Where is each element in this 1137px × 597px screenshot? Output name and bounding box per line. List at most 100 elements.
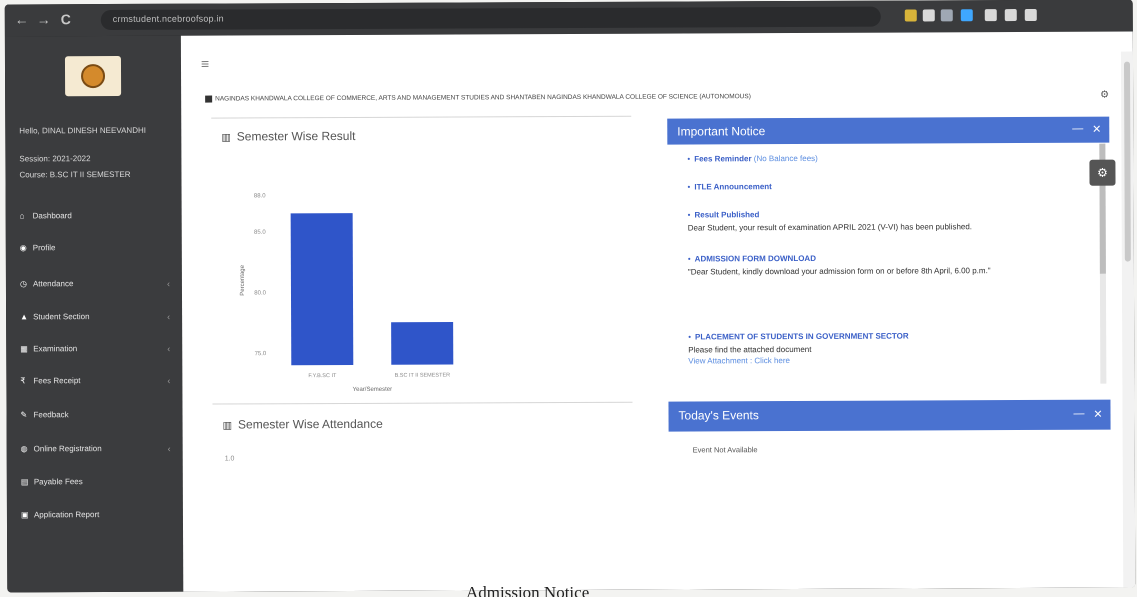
browser-extension-icon[interactable] [922,9,935,22]
sidebar-item-feedback[interactable]: ✎ Feedback [20,410,176,431]
exam-icon: ▦ [20,344,28,354]
result-panel-title: ▥ Semester Wise Result [221,129,355,144]
back-arrow-icon[interactable]: ← [15,11,29,27]
sidebar-item-student-section[interactable]: ▲ Student Section ‹ [20,312,176,333]
feedback-icon: ✎ [20,410,28,420]
sidebar-item-label: Payable Fees [33,477,83,487]
college-flag-icon [205,95,213,103]
chevron-left-icon: ‹ [166,278,170,289]
main-content: ≡ NAGINDAS KHANDWALA COLLEGE OF COMMERCE… [180,31,1136,592]
sidebar-item-attendance[interactable]: ◷ Attendance ‹ [20,279,176,300]
attendance-panel-title: ▥ Semester Wise Attendance [223,417,383,432]
sidebar-item-label: Examination [33,344,78,354]
profile-icon: ◉ [19,243,27,253]
address-bar[interactable]: crmstudent.ncebroofsop.in [100,6,881,31]
browser-extension-icon[interactable] [984,9,997,22]
attendance-panel-title-text: Semester Wise Attendance [237,416,383,432]
chevron-left-icon: ‹ [167,311,171,322]
todays-events-title: Today's Events [678,408,759,423]
attachment-link[interactable]: View Attachment : Click here [688,354,1078,367]
bullet-icon: • [687,154,691,164]
important-notice-title: Important Notice [677,124,766,139]
clock-icon: ◷ [19,279,27,289]
browser-extension-icon[interactable] [960,9,973,22]
browser-extension-icon[interactable] [940,9,953,22]
rupee-icon: ₹ [20,376,26,386]
sidebar-item-label: Online Registration [33,444,102,454]
x-tick-label: B.SC IT II SEMESTER [395,373,451,379]
reload-icon[interactable]: C [61,11,71,27]
laptop-screen: ← → C crmstudent.ncebroofsop.in Hello, D… [4,0,1136,593]
home-icon: ⌂ [19,211,25,221]
minimize-icon[interactable]: — [1073,408,1084,420]
forward-arrow-icon[interactable]: → [37,11,51,27]
sidebar-item-online-registration[interactable]: ◍ Online Registration ‹ [21,444,177,465]
sidebar-item-label: Profile [32,243,56,253]
notice-item: • Fees Reminder (No Balance fees) [687,152,1077,165]
sidebar-item-label: Attendance [32,279,74,289]
semester-result-chart: 75.0 80.0 85.0 88.0 Percentage F.Y.B.SC IT B.S… [240,193,454,393]
college-logo [64,55,122,97]
bullet-icon: • [687,182,691,192]
close-icon[interactable]: ✕ [1092,123,1101,136]
sidebar-item-dashboard[interactable]: ⌂ Dashboard [20,211,176,232]
notice-title[interactable]: PLACEMENT OF STUDENTS IN GOVERNMENT SECT… [695,332,909,342]
page-scrollbar[interactable] [1120,51,1136,588]
hamburger-menu-icon[interactable]: ≡ [201,56,209,72]
notice-item: • ITLE Announcement [688,180,1078,193]
notice-title[interactable]: ITLE Announcement [694,182,772,191]
user-name: Hello, DINAL DINESH NEEVANDHI [19,125,146,136]
notice-list: • Fees Reminder (No Balance fees) • ITLE An… [667,144,1098,391]
y-tick-label: 88.0 [254,193,266,199]
college-name: NAGINDAS KHANDWALA COLLEGE OF COMMERCE, … [215,93,751,103]
important-notice-header: Important Notice — ✕ [667,116,1110,145]
sidebar-item-application-report[interactable]: ▣ Application Report [21,510,177,531]
settings-icon[interactable]: ⚙ [1100,90,1109,101]
sidebar-item-profile[interactable]: ◉ Profile [20,243,176,264]
notice-title[interactable]: ADMISSION FORM DOWNLOAD [695,254,816,264]
y-tick-label: 85.0 [254,230,266,236]
url-text: crmstudent.ncebroofsop.in [112,13,224,24]
user-icon: ▲ [20,312,29,322]
chevron-left-icon: ‹ [167,375,171,386]
bullet-icon: • [688,332,692,342]
close-icon[interactable]: ✕ [1093,408,1102,421]
bar [391,322,454,365]
fees-icon: ▤ [20,477,29,487]
y-axis-label: Percentage [240,264,246,295]
notice-body-text: Dear Student, your result of examination… [687,222,973,233]
notice-item: • PLACEMENT OF STUDENTS IN GOVERNMENT SEC… [688,330,1078,367]
chevron-left-icon: ‹ [167,343,171,354]
bullet-icon: • [687,254,691,264]
notice-link[interactable]: (No Balance fees) [752,154,818,163]
browser-extension-icon[interactable] [904,9,917,22]
sidebar-item-examination[interactable]: ▦ Examination ‹ [20,344,176,365]
y-tick-label: 75.0 [255,351,267,357]
logo-seal-icon [80,64,106,89]
browser-extension-icon[interactable] [1024,8,1037,22]
notice-item: • Result Published Dear Student, your resu… [688,208,1078,234]
course-text: Course: B.SC IT II SEMESTER [19,169,131,180]
panel-divider [211,115,632,119]
sidebar-item-label: Fees Receipt [33,376,81,386]
x-tick-label: F.Y.B.SC IT [308,373,337,379]
notice-body-text: "Dear Student, kindly download your admi… [687,266,991,277]
bar [290,213,354,366]
sidebar-item-payable-fees[interactable]: ▤ Payable Fees [21,477,177,498]
sidebar-item-label: Student Section [33,312,90,322]
browser-extension-icon[interactable] [1004,9,1017,22]
sidebar-item-fees-receipt[interactable]: ₹ Fees Receipt ‹ [20,376,176,397]
sidebar-nav: ⌂ Dashboard ◉ Profile ◷ Attendance ‹ ▲ Student S… [5,36,181,519]
minimize-icon[interactable]: — [1072,123,1083,135]
todays-events-header: Today's Events — ✕ [668,399,1111,432]
sidebar-item-label: Dashboard [32,211,72,221]
attendance-tick: 1.0 [224,455,235,463]
notice-title[interactable]: Result Published [694,210,759,219]
page-scroll-thumb[interactable] [1123,61,1131,262]
report-icon: ▣ [20,510,29,520]
registration-icon: ◍ [20,444,28,454]
sidebar-item-label: Feedback [33,410,69,420]
notice-title[interactable]: Fees Reminder [694,154,751,163]
theme-settings-gear-icon[interactable]: ⚙ [1089,159,1116,186]
notice-item: • ADMISSION FORM DOWNLOAD "Dear Student, k… [688,252,1078,278]
